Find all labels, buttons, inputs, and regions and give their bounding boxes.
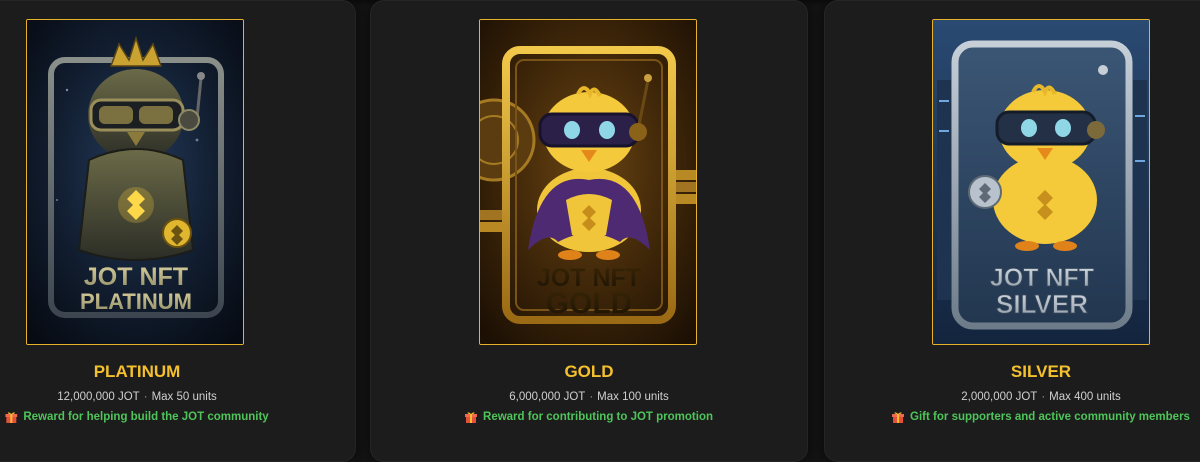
silver-nft-image[interactable]: JOT NFT SILVER — [932, 19, 1150, 345]
nft-tier-row: JOT NFT PLATINUM PLATINUM 12,000,000 JOT… — [0, 0, 1200, 462]
tier-max-units: Max 400 units — [1049, 391, 1121, 403]
tier-title-platinum: PLATINUM — [93, 362, 181, 381]
silver-art-line2: SILVER — [996, 289, 1088, 319]
tier-max-units: Max 50 units — [151, 391, 217, 403]
meta-separator: · — [1041, 391, 1046, 403]
tier-amount: 2,000,000 JOT — [961, 391, 1038, 403]
gift-icon — [465, 411, 478, 423]
platinum-art-line2: PLATINUM — [80, 289, 192, 314]
meta-separator: · — [589, 391, 594, 403]
tier-title-silver: SILVER — [1010, 362, 1072, 381]
reward-text: Gift for supporters and active community… — [910, 411, 1190, 423]
tier-max-units: Max 100 units — [597, 391, 669, 403]
gift-icon — [892, 411, 905, 423]
tier-amount: 6,000,000 JOT — [509, 391, 586, 403]
tier-amount: 12,000,000 JOT — [57, 391, 140, 403]
gold-nft-image[interactable]: JOT NFT GOLD — [479, 19, 697, 345]
reward-text: Reward for helping build the JOT communi… — [23, 411, 269, 423]
gift-icon — [5, 411, 18, 423]
reward-text: Reward for contributing to JOT promotion — [483, 411, 713, 423]
tier-meta-platinum: 12,000,000 JOT · Max 50 units — [57, 391, 217, 403]
tier-title-gold: GOLD — [564, 362, 614, 381]
platinum-art-line1: JOT NFT — [84, 263, 188, 291]
tier-reward-gold: Reward for contributing to JOT promotion — [465, 411, 713, 423]
tier-meta-gold: 6,000,000 JOT · Max 100 units — [509, 391, 669, 403]
tier-reward-silver: Gift for supporters and active community… — [892, 411, 1190, 423]
tier-meta-silver: 2,000,000 JOT · Max 400 units — [961, 391, 1121, 403]
meta-separator: · — [143, 391, 148, 403]
silver-art-line1: JOT NFT — [990, 264, 1094, 292]
gold-art-line2: GOLD — [546, 287, 633, 320]
tier-reward-platinum: Reward for helping build the JOT communi… — [5, 411, 269, 423]
platinum-nft-image[interactable]: JOT NFT PLATINUM — [26, 19, 244, 345]
